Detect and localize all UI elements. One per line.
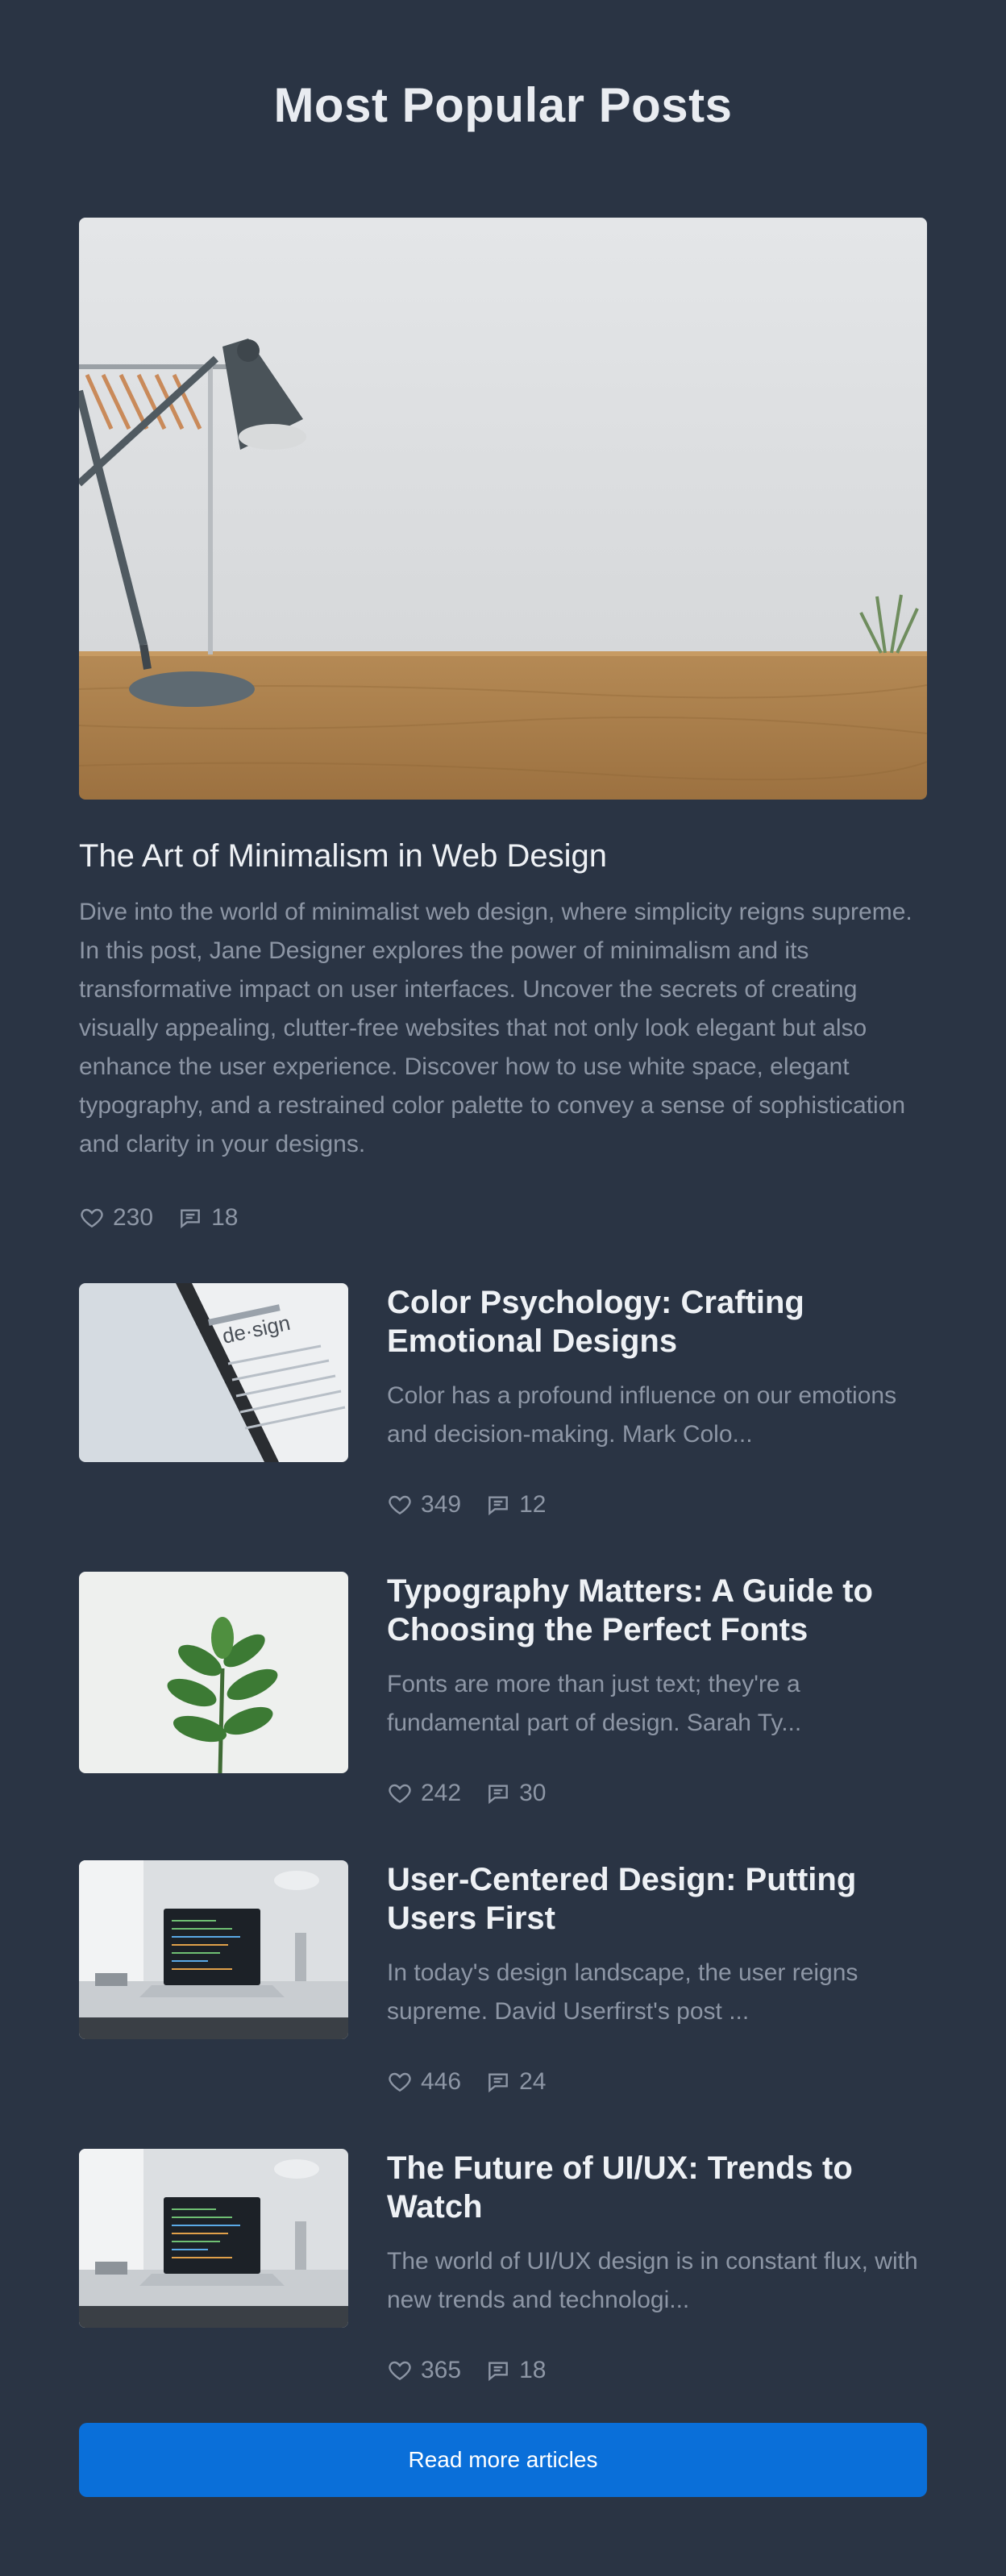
- likes-count: 446: [421, 2068, 462, 2095]
- comments-count: 18: [519, 2357, 547, 2383]
- post-meta: 365 18: [387, 2357, 570, 2384]
- popular-posts-page: Most Popular Posts The Art of Minimalism…: [0, 0, 1006, 2576]
- post-title[interactable]: User-Centered Design: Putting Users Firs…: [387, 1860, 943, 1938]
- post-excerpt: Color has a profound influence on our em…: [387, 1382, 897, 1448]
- comments-count: 12: [519, 1491, 547, 1518]
- post-title[interactable]: The Future of UI/UX: Trends to Watch: [387, 2149, 943, 2226]
- post-thumbnail[interactable]: de·sign: [79, 1283, 348, 1462]
- featured-post-title[interactable]: The Art of Minimalism in Web Design: [79, 838, 933, 875]
- post-title[interactable]: Typography Matters: A Guide to Choosing …: [387, 1572, 943, 1649]
- comment-icon[interactable]: [485, 1780, 511, 1806]
- post-thumbnail[interactable]: [79, 1572, 348, 1773]
- comment-icon[interactable]: [177, 1205, 203, 1231]
- heart-icon[interactable]: [79, 1205, 105, 1231]
- heart-icon[interactable]: [387, 2069, 413, 2095]
- heart-icon[interactable]: [387, 1492, 413, 1518]
- post-excerpt: Fonts are more than just text; they're a…: [387, 1671, 802, 1736]
- post-excerpt: The world of UI/UX design is in constant…: [387, 2248, 918, 2313]
- featured-post-image[interactable]: [79, 218, 927, 800]
- comments-count: 24: [519, 2068, 547, 2095]
- post-meta: 349 12: [387, 1491, 570, 1519]
- post-meta: 242 30: [387, 1780, 570, 1807]
- comment-icon[interactable]: [485, 2358, 511, 2383]
- post-thumbnail[interactable]: [79, 1860, 348, 2039]
- comment-icon[interactable]: [485, 2069, 511, 2095]
- post-thumbnail[interactable]: [79, 2149, 348, 2328]
- likes-count: 349: [421, 1491, 462, 1518]
- post-meta: 446 24: [387, 2068, 570, 2096]
- post-excerpt: In today's design landscape, the user re…: [387, 1959, 858, 2025]
- read-more-button[interactable]: Read more articles: [79, 2423, 927, 2497]
- heart-icon[interactable]: [387, 1780, 413, 1806]
- comment-icon[interactable]: [485, 1492, 511, 1518]
- comments-count: 18: [211, 1204, 239, 1231]
- featured-post-excerpt: Dive into the world of minimalist web de…: [79, 899, 912, 1157]
- featured-post-meta: 230 18: [79, 1204, 262, 1232]
- likes-count: 230: [113, 1204, 154, 1231]
- likes-count: 242: [421, 1780, 462, 1806]
- comments-count: 30: [519, 1780, 547, 1806]
- likes-count: 365: [421, 2357, 462, 2383]
- page-title: Most Popular Posts: [273, 78, 733, 132]
- heart-icon[interactable]: [387, 2358, 413, 2383]
- post-title[interactable]: Color Psychology: Crafting Emotional Des…: [387, 1283, 943, 1361]
